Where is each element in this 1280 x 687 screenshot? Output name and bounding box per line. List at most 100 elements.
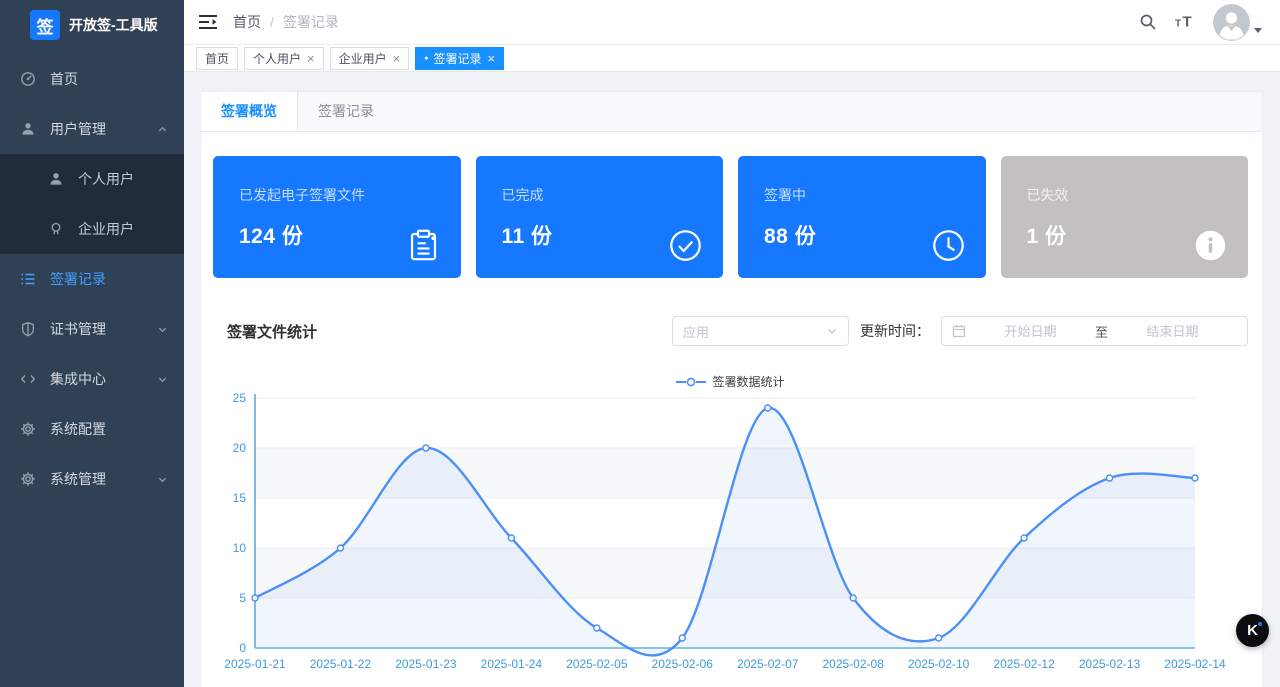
dashboard-icon (21, 72, 35, 86)
search-icon[interactable] (1139, 13, 1157, 31)
start-date-input[interactable] (966, 323, 1095, 339)
sidebar-item-system-management[interactable]: 系统管理 (0, 454, 184, 504)
x-tick-label: 2025-02-07 (737, 657, 799, 671)
y-tick-label: 5 (239, 591, 246, 605)
k-blue-dot-icon (1258, 622, 1262, 626)
floating-k-button[interactable]: K (1236, 614, 1269, 647)
stats-section-header: 签署文件统计 应用 更新时间： 开始日期 至 结束日期 (213, 316, 1248, 346)
app-select-placeholder: 应用 (683, 324, 710, 340)
list-icon (21, 273, 35, 285)
x-tick-label: 2025-02-14 (1164, 657, 1226, 671)
chevron-down-icon (828, 328, 836, 335)
y-tick-label: 10 (233, 541, 247, 555)
caret-down-icon (1254, 27, 1262, 33)
stat-label: 已完成 (501, 187, 544, 203)
sidebar-item-label: 个人用户 (78, 171, 134, 187)
card-tabs: 签署概览 签署记录 (201, 92, 1262, 132)
stat-card-in-progress[interactable]: 签署中 88 份 (738, 156, 986, 278)
code-icon (20, 375, 36, 383)
section-title: 签署文件统计 (227, 323, 318, 341)
sidebar-fold-icon[interactable] (198, 14, 218, 30)
gear-icon (21, 472, 35, 486)
chevron-down-icon (158, 477, 167, 482)
sidebar-item-label: 系统管理 (50, 471, 106, 487)
tag-enterprise-users[interactable]: 企业用户 × (329, 46, 410, 70)
update-time-label: 更新时间： (860, 323, 930, 339)
sidebar-item-system-configuration[interactable]: 系统配置 (0, 404, 184, 454)
chart-point (422, 444, 430, 452)
check-circle-icon (670, 230, 701, 261)
chart-point (934, 634, 943, 642)
y-tick-label: 25 (233, 392, 247, 405)
chart-point (251, 594, 259, 602)
legend-marker-icon (676, 377, 707, 386)
breadcrumb-home[interactable]: 首页 (233, 12, 261, 32)
chart-point (1105, 474, 1114, 482)
sidebar-item-enterprise-users[interactable]: 企业用户 (0, 204, 184, 254)
stat-label: 已失效 (1026, 187, 1069, 203)
close-icon[interactable]: × (487, 52, 495, 65)
chart-point (764, 404, 772, 412)
logo-row[interactable]: 签 开放签-工具版 (0, 0, 184, 50)
gear-icon (21, 422, 35, 436)
sidebar: 签 开放签-工具版 首页 用户管理 个人用户 企业用户 签署记录 证书管理 集成… (0, 0, 184, 687)
page-content: 签署概览 签署记录 已发起电子签署文件 124 份 已完成 11 份 签署中 8… (184, 72, 1280, 687)
calendar-icon (952, 325, 966, 338)
end-date-input[interactable] (1108, 323, 1238, 339)
stat-card-initiated[interactable]: 已发起电子签署文件 124 份 (213, 156, 461, 278)
sidebar-item-user-management[interactable]: 用户管理 (0, 104, 184, 154)
chart-point (336, 544, 345, 552)
tag-signing-records[interactable]: ● 签署记录 × (415, 46, 505, 70)
avatar (1213, 3, 1250, 41)
sidebar-submenu-user-management: 个人用户 企业用户 (0, 154, 184, 254)
chevron-down-icon (158, 327, 167, 332)
tag-personal-users[interactable]: 个人用户 × (244, 46, 324, 70)
info-circle-icon (1195, 230, 1226, 261)
legend-label: 签署数据统计 (712, 375, 785, 389)
close-icon[interactable]: × (393, 52, 401, 65)
x-tick-label: 2025-01-21 (224, 657, 286, 671)
range-separator: 至 (1095, 324, 1109, 340)
section-filters: 应用 更新时间： 开始日期 至 结束日期 (672, 316, 1248, 346)
tag-label: 签署记录 (433, 51, 482, 66)
x-tick-label: 2025-02-08 (822, 657, 884, 671)
tab-signing-records[interactable]: 签署记录 (298, 92, 394, 131)
sidebar-item-signing-records[interactable]: 签署记录 (0, 254, 184, 304)
sidebar-item-home[interactable]: 首页 (0, 54, 184, 104)
tag-label: 企业用户 (338, 51, 387, 66)
stat-card-expired[interactable]: 已失效 1 份 (1000, 156, 1248, 278)
sidebar-item-label: 首页 (50, 71, 78, 87)
app-title: 开放签-工具版 (69, 17, 158, 33)
tag-label: 个人用户 (253, 51, 302, 66)
sidebar-item-personal-users[interactable]: 个人用户 (0, 154, 184, 204)
stat-card-completed[interactable]: 已完成 11 份 (475, 156, 723, 278)
chart-point (1191, 474, 1199, 482)
clock-icon (932, 230, 964, 261)
tag-home[interactable]: 首页 (196, 46, 239, 70)
x-tick-label: 2025-02-13 (1079, 657, 1141, 671)
x-tick-label: 2025-01-22 (310, 657, 372, 671)
user-menu[interactable] (1213, 3, 1262, 41)
breadcrumb-separator: / (270, 14, 274, 30)
clipboard-icon (410, 229, 436, 261)
font-size-icon[interactable]: T T (1174, 13, 1196, 31)
tag-label: 首页 (205, 51, 230, 66)
app-select[interactable]: 应用 (672, 316, 849, 346)
line-chart[interactable]: 0 5 10 15 20 25 2025-01-21 2025-01-22 2025-01-23… (213, 392, 1247, 684)
app-layout: 签 开放签-工具版 首页 用户管理 个人用户 企业用户 签署记录 证书管理 集成… (0, 0, 1280, 687)
sidebar-item-integration-center[interactable]: 集成中心 (0, 354, 184, 404)
sidebar-item-label: 系统配置 (50, 421, 106, 437)
chart-point (1020, 534, 1028, 542)
y-tick-label: 0 (239, 641, 246, 655)
user-icon (22, 123, 34, 135)
tab-signing-overview[interactable]: 签署概览 (201, 92, 298, 131)
date-range-picker[interactable]: 至 (941, 316, 1248, 346)
sidebar-item-label: 签署记录 (50, 271, 106, 287)
sidebar-item-certificate-management[interactable]: 证书管理 (0, 304, 184, 354)
app-logo-icon: 签 (30, 10, 60, 40)
shield-icon (21, 321, 35, 337)
sidebar-item-label: 企业用户 (78, 221, 134, 237)
y-tick-label: 20 (233, 441, 247, 455)
chart-legend[interactable]: 签署数据统计 (213, 373, 1248, 390)
close-icon[interactable]: × (307, 52, 315, 65)
